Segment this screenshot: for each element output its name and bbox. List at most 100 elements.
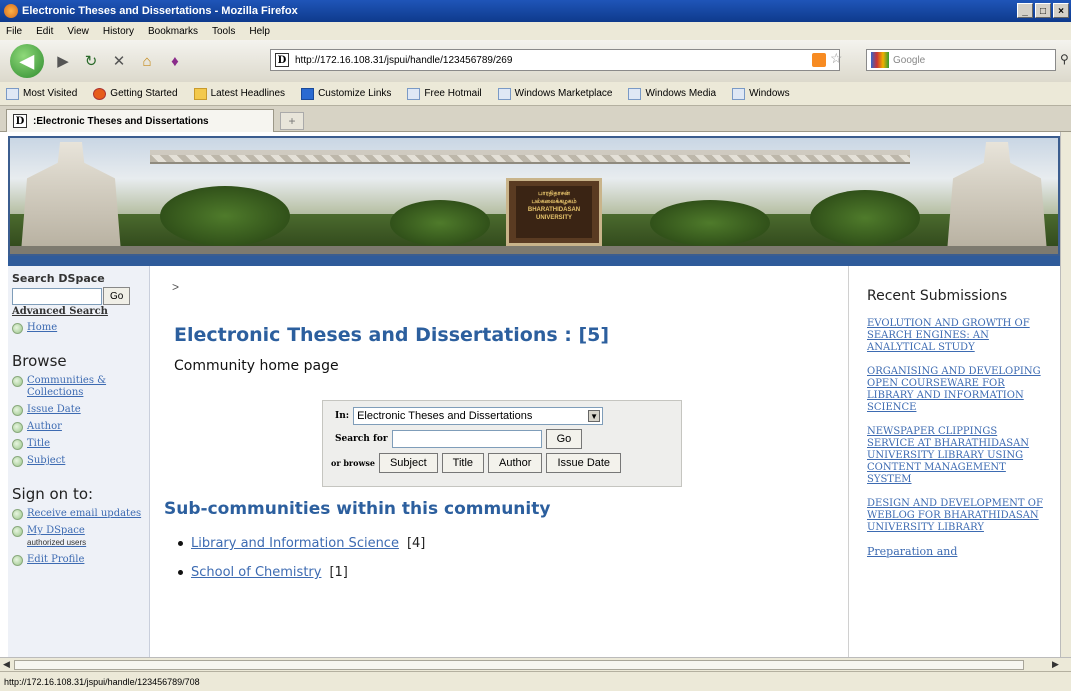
banner-plaque: பாரதிதாசன் பல்கலைக்கழகம் BHARATHIDASAN U… [516,186,592,238]
menu-history[interactable]: History [103,26,134,37]
bookmark-label: Getting Started [110,88,178,99]
firefox-icon [4,4,18,18]
university-banner: பாரதிதாசன் பல்கலைக்கழகம் BHARATHIDASAN U… [8,136,1060,256]
sidebar-go-button[interactable]: Go [103,287,131,305]
bullet-icon [178,570,183,575]
arrow-bullet-icon [12,555,23,566]
menu-bar: File Edit View History Bookmarks Tools H… [0,22,1071,40]
advanced-search-link[interactable]: Advanced Search [12,306,145,317]
menu-view[interactable]: View [67,26,89,37]
menu-bookmarks[interactable]: Bookmarks [148,26,198,37]
bookmark-windows-media[interactable]: Windows Media [628,87,716,100]
bookmark-getting-started[interactable]: Getting Started [93,87,178,100]
recent-submission-link[interactable]: DESIGN AND DEVELOPMENT OF WEBLOG FOR BHA… [867,498,1045,534]
bookmark-most-visited[interactable]: Most Visited [6,87,77,100]
page-icon [497,87,511,100]
list-item: School of Chemistry [1] [178,565,425,580]
reload-icon[interactable]: ↻ [82,52,100,70]
browse-title-link[interactable]: Title [12,438,145,450]
home-icon[interactable]: ⌂ [138,53,156,70]
arrow-bullet-icon [12,422,23,433]
search-for-label: Search for [335,434,388,444]
browse-heading: Browse [12,352,67,370]
back-button[interactable]: ◀ [10,44,44,78]
recent-submission-link[interactable]: ORGANISING AND DEVELOPING OPEN COURSEWAR… [867,366,1045,414]
browse-author-button[interactable]: Author [488,453,543,473]
browse-subject-button[interactable]: Subject [378,453,438,473]
page-icon [407,87,421,100]
recent-submission-link[interactable]: NEWSPAPER CLIPPINGS SERVICE AT BHARATHID… [867,426,1045,486]
window-titlebar: Electronic Theses and Dissertations - Mo… [0,0,1071,22]
bookmark-free-hotmail[interactable]: Free Hotmail [407,87,482,100]
bookmarks-toolbar: Most Visited Getting Started Latest Head… [0,82,1071,106]
menu-file[interactable]: File [6,26,22,37]
scope-select[interactable]: Electronic Theses and Dissertations ▼ [353,407,604,425]
sub-communities-heading: Sub-communities within this community [164,499,551,519]
menu-help[interactable]: Help [249,26,270,37]
banner-strip [8,256,1060,266]
sub-communities-list: Library and Information Science [4] Scho… [178,536,425,594]
page-viewport: பாரதிதாசன் பல்கலைக்கழகம் BHARATHIDASAN U… [0,132,1060,657]
horizontal-scrollbar[interactable]: ◀ ▶ [0,657,1071,671]
rss-icon[interactable] [812,53,826,67]
my-dspace-link[interactable]: My DSpace authorized users [12,525,145,549]
community-link[interactable]: Library and Information Science [191,536,399,551]
edit-profile-link[interactable]: Edit Profile [12,554,145,566]
bookmark-windows[interactable]: Windows [732,87,790,100]
scroll-right-icon[interactable]: ▶ [1052,659,1059,670]
arrow-bullet-icon [12,509,23,520]
bookmark-label: Latest Headlines [210,88,286,99]
google-icon[interactable] [871,52,889,68]
community-count: [4] [406,536,426,551]
browse-issue-date-button[interactable]: Issue Date [546,453,622,473]
arrow-bullet-icon [12,456,23,467]
community-link[interactable]: School of Chemistry [191,565,321,580]
browse-link-label: Title [27,438,51,449]
new-tab-button[interactable]: + [280,112,304,130]
recent-submissions-panel: Recent Submissions EVOLUTION AND GROWTH … [848,266,1060,657]
addon-icon[interactable]: ♦ [166,53,184,70]
vertical-scrollbar[interactable] [1060,132,1071,657]
search-icon[interactable]: ⚲ [1060,52,1069,66]
home-link[interactable]: Home [12,322,145,334]
chevron-down-icon: ▼ [588,410,601,422]
browse-communities-link[interactable]: Communities & Collections [12,375,145,399]
scroll-left-icon[interactable]: ◀ [3,659,10,670]
page-icon [301,87,315,100]
bookmark-windows-marketplace[interactable]: Windows Marketplace [497,87,612,100]
home-link-label: Home [27,322,58,333]
recent-submission-link[interactable]: Preparation and [867,546,1045,558]
maximize-button[interactable]: □ [1035,3,1051,18]
browse-title-button[interactable]: Title [441,453,485,473]
close-button[interactable]: × [1053,3,1069,18]
window-title: Electronic Theses and Dissertations - Mo… [22,5,298,17]
bookmark-star-icon[interactable]: ☆ [830,50,843,67]
tab-active[interactable]: D :Electronic Theses and Dissertations [6,109,274,132]
scrollbar-thumb[interactable] [14,660,1024,670]
search-engine-box[interactable]: Google [866,49,1056,71]
search-for-input[interactable] [391,430,542,448]
menu-tools[interactable]: Tools [212,26,235,37]
status-url: http://172.16.108.31/jspui/handle/123456… [4,676,200,687]
sidebar-search-input[interactable] [12,287,102,305]
arrow-bullet-icon [12,405,23,416]
receive-email-link[interactable]: Receive email updates [12,508,145,520]
recent-submission-link[interactable]: EVOLUTION AND GROWTH OF SEARCH ENGINES: … [867,318,1045,354]
minimize-button[interactable]: _ [1017,3,1033,18]
banner-road [10,246,1058,254]
or-browse-label: or browse [331,458,375,468]
stop-icon[interactable]: ✕ [110,52,128,70]
bookmark-label: Customize Links [318,88,392,99]
search-go-button[interactable]: Go [545,429,583,449]
menu-edit[interactable]: Edit [36,26,53,37]
forward-button[interactable]: ▶ [54,52,72,70]
browse-issue-date-link[interactable]: Issue Date [12,404,145,416]
bookmark-icon [6,87,19,100]
url-bar[interactable]: D http://172.16.108.31/jspui/handle/1234… [270,49,840,71]
bookmark-customize-links[interactable]: Customize Links [301,87,392,100]
browse-author-link[interactable]: Author [12,421,145,433]
bookmark-latest-headlines[interactable]: Latest Headlines [193,87,286,100]
arrow-bullet-icon [12,439,23,450]
browse-subject-link[interactable]: Subject [12,455,145,467]
my-dspace-label: My DSpace [27,525,85,536]
